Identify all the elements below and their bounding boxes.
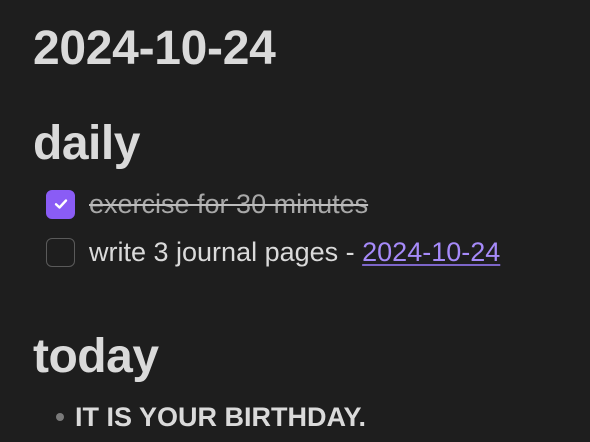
list-item: IT IS YOUR BIRTHDAY. (56, 400, 366, 434)
list-item-text: IT IS YOUR BIRTHDAY. (75, 401, 367, 432)
task-item: exercise for 30 minutes (46, 188, 368, 220)
checkmark-icon (54, 199, 67, 209)
task-text: write 3 journal pages - (89, 236, 363, 267)
task-checkbox-unchecked[interactable] (46, 237, 75, 267)
task-item: write 3 journal pages - 2024-10-24 (46, 236, 500, 268)
task-text: exercise for 30 minutes (89, 188, 369, 219)
date-link[interactable]: 2024-10-24 (362, 237, 500, 268)
page-title: 2024-10-24 (33, 22, 276, 75)
heading-today: today (33, 330, 159, 383)
note-page: 2024-10-24 daily exercise for 30 minutes… (0, 0, 590, 442)
heading-daily: daily (33, 117, 140, 170)
task-checkbox-checked[interactable] (46, 189, 75, 219)
bullet-dot-icon (56, 413, 64, 421)
